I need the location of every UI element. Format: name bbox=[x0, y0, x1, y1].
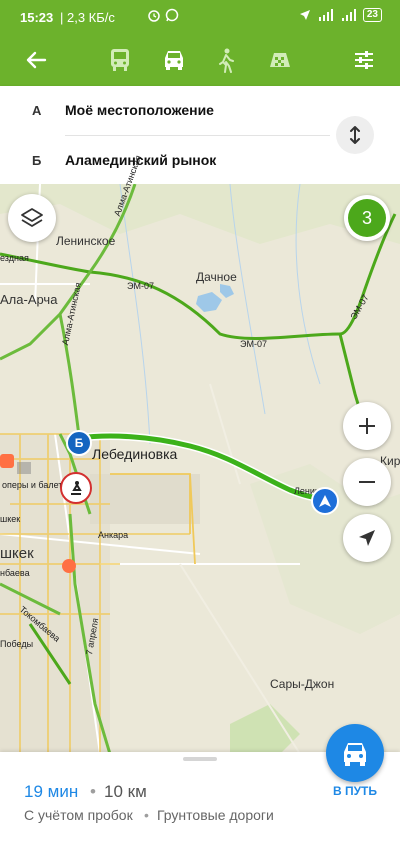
plus-icon bbox=[359, 418, 375, 434]
current-location-marker bbox=[311, 487, 339, 515]
map-label-bishkek-small: шкек bbox=[0, 514, 21, 524]
map-label-dachnoe: Дачное bbox=[196, 270, 237, 284]
pedestrian-icon bbox=[219, 48, 234, 73]
start-navigation-label[interactable]: В ПУТЬ bbox=[325, 784, 385, 798]
map-label-baeva: нбаева bbox=[0, 568, 30, 578]
route-from-letter: А bbox=[32, 103, 42, 118]
sliders-icon bbox=[355, 51, 373, 69]
layers-icon bbox=[21, 208, 43, 227]
poi-marker bbox=[62, 559, 76, 573]
swap-vertical-icon bbox=[350, 126, 360, 144]
map-label-leninskoe: Ленинское bbox=[56, 234, 116, 248]
zoom-in-button[interactable] bbox=[343, 402, 391, 450]
mode-walk-button[interactable] bbox=[202, 34, 250, 86]
route-duration: 19 мин bbox=[24, 782, 79, 801]
battery-indicator: 23 bbox=[362, 8, 382, 22]
whatsapp-icon bbox=[165, 8, 179, 22]
notes-separator: • bbox=[144, 807, 149, 823]
summary-separator: • bbox=[90, 782, 96, 801]
traffic-level-value: 3 bbox=[348, 199, 386, 237]
map-label-lebedinovka: Лебединовка bbox=[92, 446, 178, 462]
route-distance: 10 км bbox=[104, 782, 147, 801]
traffic-note: С учётом пробок bbox=[24, 807, 133, 823]
map-label-sary-dzhon: Сары-Джон bbox=[270, 677, 335, 691]
transport-mode-bar bbox=[0, 34, 400, 86]
location-arrow-icon bbox=[299, 10, 310, 20]
car-icon bbox=[344, 743, 366, 766]
route-settings-button[interactable] bbox=[340, 34, 388, 86]
status-left-icons bbox=[147, 8, 179, 22]
start-navigation-button[interactable] bbox=[326, 724, 384, 782]
swap-endpoints-button[interactable] bbox=[336, 116, 374, 154]
map-view[interactable]: Ленинское Дачное Ала-Арча Лебединовка Са… bbox=[0, 154, 400, 754]
sheet-drag-handle[interactable] bbox=[183, 757, 217, 761]
map-label-ala-archa: Ала-Арча bbox=[0, 292, 58, 307]
map-label-bishkek: шкек bbox=[0, 545, 34, 562]
road-works-icon bbox=[71, 481, 82, 495]
alarm-icon bbox=[148, 10, 160, 22]
back-button[interactable] bbox=[12, 34, 60, 86]
route-endpoints-card: А Моё местоположение Б Аламединский рыно… bbox=[0, 86, 400, 184]
mode-car-button[interactable] bbox=[150, 34, 198, 86]
route-to-row[interactable]: Б Аламединский рынок bbox=[0, 136, 330, 184]
map-label-ezdnaya: ездная bbox=[0, 253, 29, 263]
route-to-letter: Б bbox=[32, 153, 42, 168]
signal-icon bbox=[341, 9, 356, 21]
minus-icon bbox=[359, 481, 375, 483]
map-label-pobedy: Победы bbox=[0, 639, 34, 649]
map-label-em07-b: ЭМ-07 bbox=[240, 339, 267, 349]
arrow-left-icon bbox=[26, 51, 47, 69]
mode-public-transport-button[interactable] bbox=[96, 34, 144, 86]
navigation-arrow-icon bbox=[319, 495, 331, 507]
route-from-row[interactable]: А Моё местоположение bbox=[0, 86, 330, 134]
status-time: 15:23 bbox=[20, 10, 54, 25]
map-label-ankara: Анкара bbox=[98, 530, 129, 540]
destination-marker-b[interactable]: Б bbox=[66, 430, 92, 456]
map-label-opera: оперы и балета bbox=[2, 480, 68, 490]
map-label-em07-a: ЭМ-07 bbox=[127, 281, 154, 291]
map-layers-button[interactable] bbox=[8, 194, 56, 242]
car-icon bbox=[165, 51, 183, 70]
road-works-marker[interactable] bbox=[60, 472, 92, 504]
route-from-field[interactable]: Моё местоположение bbox=[65, 102, 214, 118]
bus-stop-marker bbox=[0, 454, 14, 468]
status-right-icons: 23 bbox=[299, 8, 382, 22]
traffic-level-button[interactable]: 3 bbox=[344, 195, 390, 241]
my-location-button[interactable] bbox=[343, 514, 391, 562]
zoom-out-button[interactable] bbox=[343, 458, 391, 506]
destination-marker-letter: Б bbox=[74, 436, 84, 450]
system-nav-bar bbox=[0, 848, 400, 866]
road-note: Грунтовые дороги bbox=[157, 807, 274, 823]
status-network-speed: | 2,3 КБ/с bbox=[60, 10, 115, 25]
signal-4g-icon bbox=[318, 9, 333, 21]
mode-taxi-button[interactable] bbox=[256, 34, 304, 86]
compass-arrow-icon bbox=[359, 530, 375, 546]
taxi-icon bbox=[270, 53, 290, 67]
bus-icon bbox=[111, 49, 129, 71]
status-bar: 15:23 | 2,3 КБ/с 23 bbox=[0, 0, 400, 34]
